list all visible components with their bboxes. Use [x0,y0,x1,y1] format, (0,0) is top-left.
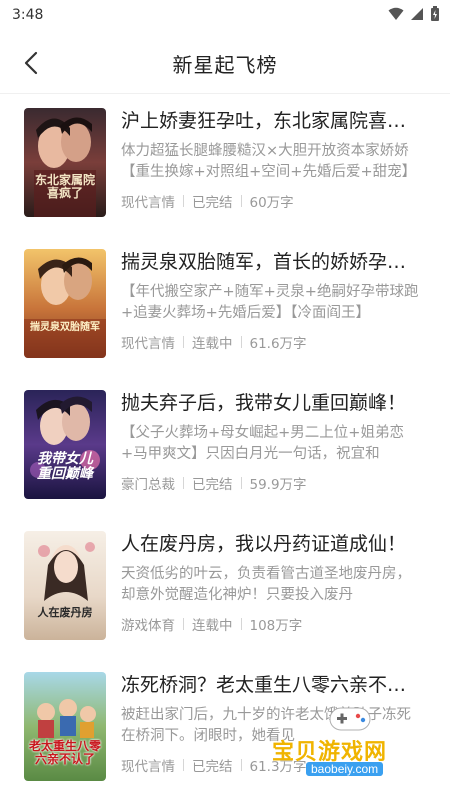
book-word-count: 61.3万字 [249,759,307,775]
book-cover[interactable]: 东北家属院 喜疯了 [24,108,106,217]
book-description: 天资低劣的叶云，负责看管古道圣地废丹房，却意外觉醒造化神炉！只要投入废丹 [121,566,411,603]
book-info: 揣灵泉双胎随军，首长的娇娇孕妻撩疯了 【年代搬空家产+随军+灵泉+绝嗣好孕带球跑… [121,249,421,352]
book-description: 体力超猛长腿蜂腰糙汉×大胆开放资本家娇娇【重生换嫁+对照组+空间+先婚后爱+甜宠… [121,143,417,180]
book-genre: 游戏体育 [121,618,175,634]
book-item[interactable]: 老太重生八零 六亲不认了 冻死桥洞？老太重生八零六亲不认了 被赶出家门后，九十岁… [0,658,450,799]
battery-icon [431,6,439,21]
meta-divider [183,618,184,630]
book-meta: 现代言情 已完结 61.3万字 [121,755,421,775]
page-title: 新星起飞榜 [172,53,278,77]
book-info: 人在废丹房，我以丹药证道成仙！ 天资低劣的叶云，负责看管古道圣地废丹房，却意外觉… [121,531,421,634]
book-cover[interactable]: 老太重生八零 六亲不认了 [24,672,106,781]
book-status: 连载中 [192,336,233,352]
cover-title: 老太重生八零 六亲不认了 [28,739,101,766]
book-info: 冻死桥洞？老太重生八零六亲不认了 被赶出家门后，九十岁的许老太饿着肚子冻死在桥洞… [121,672,421,775]
meta-divider [240,195,242,207]
status-bar: 3:48 [0,0,450,32]
book-info: 抛夫弃子后，我带女儿重回巅峰！ 【父子火葬场+母女崛起+男二上位+姐弟恋+马甲爽… [121,390,421,493]
meta-divider [240,759,242,771]
book-word-count: 60万字 [249,195,294,211]
book-genre: 现代言情 [121,759,175,775]
meta-divider [183,195,184,207]
book-cover[interactable]: 揣灵泉双胎随军 [24,249,106,358]
book-description: 【年代搬空家产+随军+灵泉+绝嗣好孕带球跑+追妻火葬场+先婚后爱】【冷面阎王】 [121,284,419,321]
book-title: 抛夫弃子后，我带女儿重回巅峰！ [121,392,407,414]
book-item[interactable]: 人在废丹房 人在废丹房，我以丹药证道成仙！ 天资低劣的叶云，负责看管古道圣地废丹… [0,517,450,658]
book-status: 已完结 [192,759,233,775]
book-cover[interactable]: 人在废丹房 [24,531,106,640]
wifi-icon [388,7,404,20]
header: 新星起飞榜 [0,36,450,90]
meta-divider [183,336,184,348]
cover-title: 人在废丹房 [37,606,93,619]
cover-title: 揣灵泉双胎随军 [30,322,100,333]
book-status: 已完结 [192,477,233,493]
signal-icon [411,8,423,20]
meta-divider [183,477,184,489]
book-item[interactable]: 东北家属院 喜疯了 沪上娇妻狂孕吐，东北家属院喜疯了 体力超猛长腿蜂腰糙汉×大胆… [0,94,450,235]
book-status: 连载中 [192,618,233,634]
book-cover[interactable]: 我带女儿 重回巅峰 [24,390,106,499]
cover-art [24,249,106,358]
book-genre: 豪门总裁 [121,477,175,493]
cover-art [24,108,106,217]
book-genre: 现代言情 [121,195,175,211]
meta-divider [240,618,242,630]
book-title: 冻死桥洞？老太重生八零六亲不认了 [121,674,421,696]
meta-divider [183,759,184,771]
cover-title: 我带女儿 重回巅峰 [37,451,93,482]
book-description: 【父子火葬场+母女崛起+男二上位+姐弟恋+马甲爽文】只因白月光一句话，祝宜和 [121,425,404,462]
book-title: 揣灵泉双胎随军，首长的娇娇孕妻撩疯了 [121,251,421,273]
book-title: 沪上娇妻狂孕吐，东北家属院喜疯了 [121,110,421,132]
book-word-count: 108万字 [249,618,303,634]
book-word-count: 61.6万字 [249,336,307,352]
book-meta: 现代言情 已完结 60万字 [121,191,421,211]
book-genre: 现代言情 [121,336,175,352]
book-meta: 游戏体育 连载中 108万字 [121,614,421,634]
book-title: 人在废丹房，我以丹药证道成仙！ [121,533,407,555]
cover-art [24,390,106,499]
book-info: 沪上娇妻狂孕吐，东北家属院喜疯了 体力超猛长腿蜂腰糙汉×大胆开放资本家娇娇【重生… [121,108,421,211]
book-item[interactable]: 揣灵泉双胎随军 揣灵泉双胎随军，首长的娇娇孕妻撩疯了 【年代搬空家产+随军+灵泉… [0,235,450,376]
cover-title: 东北家属院 喜疯了 [34,173,95,200]
book-status: 已完结 [192,195,233,211]
meta-divider [240,477,242,489]
status-time: 3:48 [12,7,44,23]
cover-art [24,531,106,640]
book-meta: 现代言情 连载中 61.6万字 [121,332,421,352]
status-icons [388,6,440,22]
book-word-count: 59.9万字 [249,477,307,493]
book-item[interactable]: 我带女儿 重回巅峰 抛夫弃子后，我带女儿重回巅峰！ 【父子火葬场+母女崛起+男二… [0,376,450,517]
meta-divider [240,336,242,348]
book-description: 被赶出家门后，九十岁的许老太饿着肚子冻死在桥洞下。闭眼时，她看见 [121,707,411,744]
book-meta: 豪门总裁 已完结 59.9万字 [121,473,421,493]
